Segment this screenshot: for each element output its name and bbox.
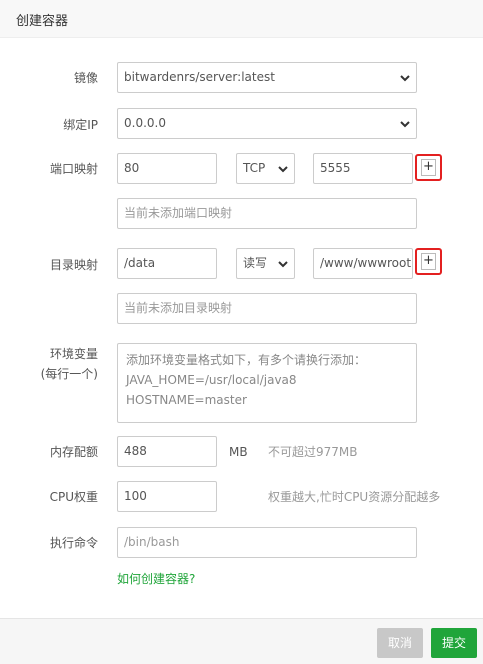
memory-label: 内存配额	[49, 445, 98, 459]
memory-hint: 不可超过977MB	[268, 445, 358, 459]
port-map-label: 端口映射	[49, 162, 98, 176]
memory-unit: MB	[229, 445, 248, 459]
env-placeholder-line1: 添加环境变量格式如下，有多个请换行添加：	[126, 353, 367, 367]
image-select[interactable]: bitwardenrs/server:latest	[117, 62, 417, 93]
chevron-down-icon	[400, 121, 410, 128]
image-select-value: bitwardenrs/server:latest	[124, 70, 275, 84]
mount-mode-value: 读写	[243, 256, 268, 270]
chevron-down-icon	[278, 261, 288, 268]
image-label: 镜像	[73, 71, 98, 85]
plus-icon: +	[421, 159, 436, 176]
mount-mode-select[interactable]: 读写	[236, 248, 295, 279]
dir-map-empty-text: 当前未添加目录映射	[124, 301, 233, 315]
env-placeholder-line2: JAVA_HOME=/usr/local/java8	[126, 373, 297, 387]
container-path-value: /data	[124, 256, 156, 270]
cpu-value: 100	[124, 489, 147, 503]
chevron-down-icon	[400, 75, 410, 82]
command-placeholder: /bin/bash	[124, 535, 180, 549]
env-label: 环境变量	[49, 347, 98, 361]
cancel-button[interactable]: 取消	[377, 628, 423, 658]
bind-ip-select[interactable]: 0.0.0.0	[117, 108, 417, 139]
bind-ip-label: 绑定IP	[63, 118, 98, 132]
bind-ip-select-value: 0.0.0.0	[124, 116, 166, 130]
host-port-input[interactable]: 5555	[313, 153, 413, 184]
protocol-select-value: TCP	[243, 161, 266, 175]
chevron-down-icon	[278, 166, 288, 173]
submit-button[interactable]: 提交	[431, 628, 477, 658]
memory-value: 488	[124, 444, 147, 458]
container-path-input[interactable]: /data	[117, 248, 217, 279]
env-textarea[interactable]: 添加环境变量格式如下，有多个请换行添加： JAVA_HOME=/usr/loca…	[117, 343, 417, 423]
command-label: 执行命令	[49, 536, 98, 550]
host-path-input[interactable]: /www/wwwroot	[313, 248, 413, 279]
cpu-label: CPU权重	[49, 490, 98, 504]
command-input[interactable]: /bin/bash	[117, 527, 417, 558]
dialog-header: 创建容器	[0, 0, 483, 38]
plus-icon: +	[421, 253, 436, 270]
help-link[interactable]: 如何创建容器?	[117, 571, 195, 587]
env-sublabel: (每行一个)	[40, 367, 98, 381]
memory-input[interactable]: 488	[117, 436, 217, 467]
cpu-hint: 权重越大,忙时CPU资源分配越多	[268, 490, 441, 504]
dir-map-list: 当前未添加目录映射	[117, 293, 417, 324]
container-port-value: 80	[124, 161, 140, 175]
container-port-input[interactable]: 80	[117, 153, 217, 184]
dir-map-label: 目录映射	[49, 258, 98, 272]
port-map-list: 当前未添加端口映射	[117, 198, 417, 229]
host-port-value: 5555	[320, 161, 351, 175]
add-port-button[interactable]: +	[415, 154, 442, 181]
cpu-input[interactable]: 100	[117, 481, 217, 512]
env-placeholder-line3: HOSTNAME=master	[126, 393, 247, 407]
port-map-empty-text: 当前未添加端口映射	[124, 206, 233, 220]
dialog-title: 创建容器	[16, 14, 69, 29]
create-container-dialog: 创建容器 镜像 bitwardenrs/server:latest 绑定IP 0…	[0, 0, 483, 664]
add-dir-button[interactable]: +	[415, 248, 442, 275]
protocol-select[interactable]: TCP	[236, 153, 295, 184]
host-path-value: /www/wwwroot	[320, 256, 412, 270]
dialog-footer: 取消 提交	[0, 618, 483, 664]
